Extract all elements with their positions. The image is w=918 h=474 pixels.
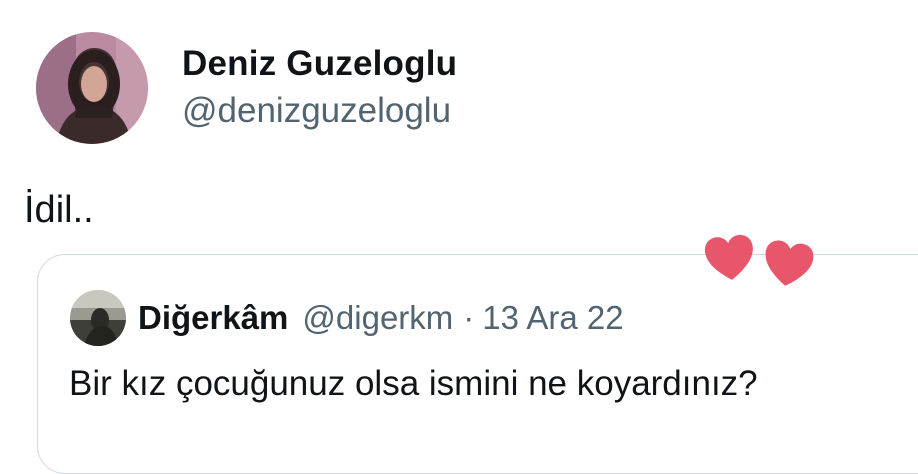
hearts-overlay <box>700 232 820 292</box>
quoted-tweet-header: Diğerkâm @digerkm · 13 Ara 22 <box>70 290 624 346</box>
tweet-text: İdil.. <box>24 189 94 231</box>
avatar-photo-icon <box>36 32 148 144</box>
meta-separator: · <box>463 299 475 336</box>
author-display-name[interactable]: Deniz Guzeloglu <box>182 42 457 86</box>
author-info: Deniz Guzeloglu @denizguzeloglu <box>182 42 457 134</box>
author-avatar[interactable] <box>36 32 148 144</box>
quoted-author-avatar[interactable] <box>70 290 126 346</box>
heart-icon <box>704 234 753 280</box>
avatar-photo-icon <box>70 290 126 346</box>
heart-icon <box>765 240 814 286</box>
quoted-tweet-date[interactable]: 13 Ara 22 <box>482 299 623 337</box>
quoted-author-handle[interactable]: @digerkm <box>302 299 453 337</box>
tweet-header: Deniz Guzeloglu @denizguzeloglu <box>36 32 457 144</box>
quoted-tweet-text: Bir kız çocuğunuz olsa ismini ne koyardı… <box>69 364 758 403</box>
author-handle[interactable]: @denizguzeloglu <box>182 88 457 134</box>
quoted-author-display-name[interactable]: Diğerkâm <box>138 299 288 337</box>
